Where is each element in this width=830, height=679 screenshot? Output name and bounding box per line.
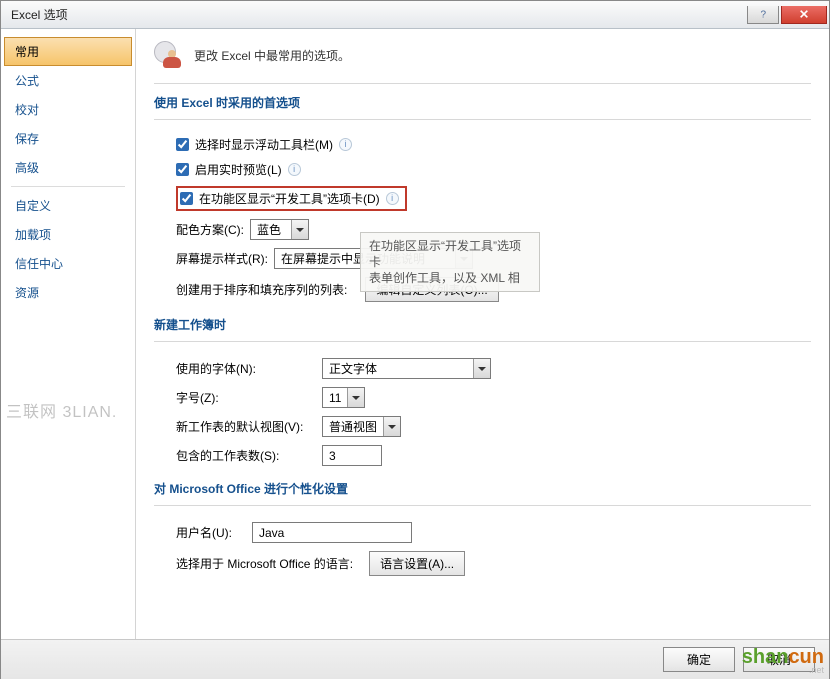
- ok-button[interactable]: 确定: [663, 647, 735, 672]
- sidebar: 常用 公式 校对 保存 高级 自定义 加载项 信任中心 资源: [1, 29, 136, 639]
- input-sheetcount[interactable]: [322, 445, 382, 466]
- row-livepreview: 启用实时预览(L) i: [154, 157, 811, 182]
- header-icon: [154, 41, 184, 69]
- options-dialog: Excel 选项 ? 常用 公式 校对 保存 高级 自定义 加载项 信任中心 资…: [0, 0, 830, 679]
- sidebar-item-proofing[interactable]: 校对: [1, 95, 135, 124]
- row-minitoolbar: 选择时显示浮动工具栏(M) i: [154, 132, 811, 157]
- tooltip-title: 在功能区显示“开发工具”选项卡: [369, 238, 531, 270]
- label-username: 用户名(U):: [176, 524, 246, 541]
- dropdown-colorscheme[interactable]: 蓝色: [250, 219, 309, 240]
- label-colorscheme: 配色方案(C):: [176, 221, 244, 238]
- svg-text:?: ?: [761, 9, 767, 19]
- main-panel: 更改 Excel 中最常用的选项。 使用 Excel 时采用的首选项 选择时显示…: [136, 29, 829, 639]
- row-lang: 选择用于 Microsoft Office 的语言: 语言设置(A)...: [154, 547, 811, 580]
- tooltip-devtab: 在功能区显示“开发工具”选项卡 表单创作工具，以及 XML 相: [360, 232, 540, 292]
- row-font: 使用的字体(N): 正文字体: [154, 354, 811, 383]
- section-personalize-title: 对 Microsoft Office 进行个性化设置: [154, 470, 811, 506]
- dropdown-font[interactable]: 正文字体: [322, 358, 491, 379]
- help-button[interactable]: ?: [747, 6, 779, 24]
- label-screentip: 屏幕提示样式(R):: [176, 250, 268, 267]
- label-fontsize: 字号(Z):: [176, 389, 316, 406]
- sidebar-separator: [11, 186, 125, 187]
- label-font: 使用的字体(N):: [176, 360, 316, 377]
- checkbox-livepreview[interactable]: [176, 163, 189, 176]
- chevron-down-icon: [473, 359, 490, 378]
- sidebar-item-save[interactable]: 保存: [1, 124, 135, 153]
- page-header: 更改 Excel 中最常用的选项。: [154, 39, 811, 84]
- content: 常用 公式 校对 保存 高级 自定义 加载项 信任中心 资源 更改 Excel …: [1, 29, 829, 639]
- row-fontsize: 字号(Z): 11: [154, 383, 811, 412]
- sidebar-item-trustcenter[interactable]: 信任中心: [1, 249, 135, 278]
- sidebar-item-addins[interactable]: 加载项: [1, 220, 135, 249]
- label-sortfill: 创建用于排序和填充序列的列表:: [176, 281, 347, 298]
- sidebar-item-advanced[interactable]: 高级: [1, 153, 135, 182]
- label-defaultview: 新工作表的默认视图(V):: [176, 418, 316, 435]
- chevron-down-icon: [383, 417, 400, 436]
- cancel-button[interactable]: 取消: [743, 647, 815, 672]
- info-icon[interactable]: i: [386, 192, 399, 205]
- section-newbook-title: 新建工作簿时: [154, 306, 811, 342]
- section-top-title: 使用 Excel 时采用的首选项: [154, 84, 811, 120]
- row-username: 用户名(U):: [154, 518, 811, 547]
- checkbox-minitoolbar[interactable]: [176, 138, 189, 151]
- chevron-down-icon: [347, 388, 364, 407]
- info-icon[interactable]: i: [339, 138, 352, 151]
- sidebar-item-formulas[interactable]: 公式: [1, 66, 135, 95]
- language-settings-button[interactable]: 语言设置(A)...: [369, 551, 465, 576]
- info-icon[interactable]: i: [288, 163, 301, 176]
- dropdown-fontsize[interactable]: 11: [322, 387, 365, 408]
- tooltip-body: 表单创作工具，以及 XML 相: [369, 270, 531, 286]
- label-minitoolbar: 选择时显示浮动工具栏(M): [195, 136, 333, 153]
- label-lang: 选择用于 Microsoft Office 的语言:: [176, 555, 353, 572]
- sidebar-item-customize[interactable]: 自定义: [1, 191, 135, 220]
- dropdown-defaultview[interactable]: 普通视图: [322, 416, 401, 437]
- window-title: Excel 选项: [1, 6, 747, 23]
- dropdown-fontsize-value: 11: [323, 391, 347, 405]
- sidebar-item-resources[interactable]: 资源: [1, 278, 135, 307]
- dialog-footer: 确定 取消: [1, 639, 829, 679]
- row-sheetcount: 包含的工作表数(S):: [154, 441, 811, 470]
- chevron-down-icon: [291, 220, 308, 239]
- dropdown-colorscheme-value: 蓝色: [251, 221, 291, 238]
- dropdown-defaultview-value: 普通视图: [323, 418, 383, 435]
- devtab-highlight: 在功能区显示“开发工具”选项卡(D) i: [176, 186, 407, 211]
- label-livepreview: 启用实时预览(L): [195, 161, 282, 178]
- page-subtitle: 更改 Excel 中最常用的选项。: [194, 47, 350, 64]
- window-buttons: ?: [747, 6, 829, 24]
- row-devtab: 在功能区显示“开发工具”选项卡(D) i: [154, 182, 811, 215]
- row-defaultview: 新工作表的默认视图(V): 普通视图: [154, 412, 811, 441]
- label-sheetcount: 包含的工作表数(S):: [176, 447, 316, 464]
- close-button[interactable]: [781, 6, 827, 24]
- sidebar-item-general[interactable]: 常用: [4, 37, 132, 66]
- label-devtab: 在功能区显示“开发工具”选项卡(D): [199, 190, 380, 207]
- checkbox-devtab[interactable]: [180, 192, 193, 205]
- input-username[interactable]: [252, 522, 412, 543]
- titlebar: Excel 选项 ?: [1, 1, 829, 29]
- dropdown-font-value: 正文字体: [323, 360, 473, 377]
